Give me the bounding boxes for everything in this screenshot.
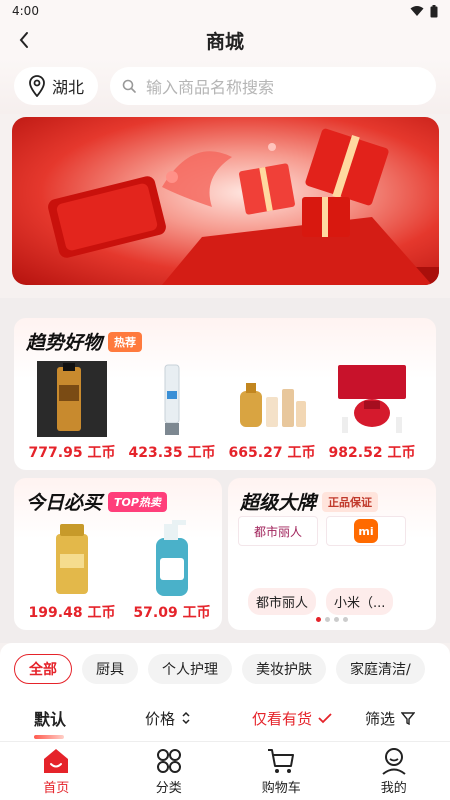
banner-gift-illustration [48, 128, 439, 285]
product-item[interactable]: 982.52 工币 [322, 360, 422, 462]
product-item[interactable]: 423.35 工币 [122, 360, 222, 462]
today-product-list: 199.48 工币 57.09 工币 [22, 520, 222, 622]
product-price: 777.95 工币 [28, 445, 116, 461]
product-price: 982.52 工币 [328, 445, 416, 461]
trending-products-card[interactable]: 趋势好物 热荐 777.95 工币 423.35 工币 665.27 工币 98… [14, 318, 436, 470]
carousel-dot-active [316, 617, 321, 622]
sort-arrows-icon [182, 711, 190, 725]
battery-icon [430, 4, 438, 17]
status-bar: 4:00 [0, 0, 450, 22]
product-price: 199.48 工币 [28, 605, 116, 621]
category-chip[interactable]: 厨具 [82, 654, 138, 684]
location-pin-icon [29, 75, 45, 97]
nav-profile[interactable]: 我的 [338, 742, 450, 800]
category-chip[interactable]: 家庭清洁/ [336, 654, 425, 684]
today-title: 今日必买 [26, 492, 103, 514]
product-item[interactable]: 199.48 工币 [22, 520, 122, 622]
brand-name-item[interactable]: 小米（... [326, 588, 394, 615]
trending-product-list: 777.95 工币 423.35 工币 665.27 工币 982.52 工币 [22, 360, 422, 462]
nav-category-label: 分类 [155, 780, 182, 796]
wifi-icon [410, 6, 424, 16]
location-selector[interactable]: 湖北 [14, 67, 98, 105]
search-placeholder: 输入商品名称搜索 [146, 78, 275, 97]
brand-logo-cosmo-lady[interactable]: 都市丽人 [238, 516, 318, 546]
brand-logo-text: 都市丽人 [253, 524, 302, 539]
brand-header: 超级大牌 正品保证 [240, 488, 379, 515]
brand-logos: 都市丽人 mi [238, 516, 406, 546]
nav-home[interactable]: 首页 [0, 742, 113, 800]
in-stock-label: 仅看有货 [252, 709, 313, 728]
product-image-serum [33, 360, 111, 438]
promo-banner[interactable] [12, 117, 439, 285]
profile-icon [382, 747, 406, 775]
feature-cards-area: 趋势好物 热荐 777.95 工币 423.35 工币 665.27 工币 98… [0, 298, 450, 643]
hot-tag: 热荐 [108, 331, 143, 352]
product-image-sunscreen [33, 520, 111, 598]
brand-name-item[interactable]: 都市丽人 [248, 588, 317, 615]
nav-category[interactable]: 分类 [113, 742, 226, 800]
nav-cart[interactable]: 购物车 [225, 742, 338, 800]
back-button[interactable] [12, 28, 36, 52]
bottom-nav: 首页 分类 购物车 我的 [0, 741, 450, 800]
header: 商城 [0, 22, 450, 58]
product-image-shampoo [133, 520, 211, 598]
trending-title: 趋势好物 [26, 332, 103, 354]
in-stock-filter[interactable]: 仅看有货 [252, 708, 332, 729]
product-item[interactable]: 777.95 工币 [22, 360, 122, 462]
status-icons [410, 4, 438, 18]
brand-logo-xiaomi[interactable]: mi [326, 516, 406, 546]
location-label: 湖北 [51, 78, 84, 97]
sort-bar: 默认 价格 仅看有货 筛选 [0, 695, 450, 741]
xiaomi-logo-icon: mi [354, 519, 378, 543]
genuine-tag: 正品保证 [322, 491, 379, 512]
sort-active-indicator [34, 735, 64, 739]
sort-price[interactable]: 价格 [145, 708, 191, 729]
brand-title: 超级大牌 [240, 492, 317, 514]
search-row: 湖北 输入商品名称搜索 [0, 58, 450, 114]
page-title: 商城 [205, 30, 244, 53]
category-chip[interactable]: 美妆护肤 [242, 654, 326, 684]
product-image-tube [133, 360, 211, 438]
category-chip-all[interactable]: 全部 [14, 654, 72, 684]
category-chip-row: 全部 厨具 个人护理 美妆护肤 家庭清洁/ [0, 643, 450, 695]
home-icon [44, 748, 69, 773]
search-input[interactable]: 输入商品名称搜索 [110, 67, 436, 105]
nav-profile-label: 我的 [380, 780, 407, 796]
brand-name-list: 都市丽人 小米（... [248, 588, 394, 615]
filter-label: 筛选 [365, 709, 396, 728]
product-price: 57.09 工币 [133, 605, 211, 621]
carousel-dot [325, 617, 330, 622]
filter-button[interactable]: 筛选 [365, 708, 416, 729]
super-brand-card[interactable]: 超级大牌 正品保证 都市丽人 mi 都市丽人 小米（... [228, 478, 436, 630]
today-must-buy-card[interactable]: 今日必买 TOP热卖 199.48 工币 57.09 工币 [14, 478, 222, 630]
funnel-icon [401, 712, 416, 725]
product-price: 665.27 工币 [228, 445, 316, 461]
today-header: 今日必买 TOP热卖 [26, 488, 167, 515]
carousel-dots [316, 617, 348, 622]
carousel-dot [334, 617, 339, 622]
nav-home-label: 首页 [43, 780, 70, 796]
product-item[interactable]: 665.27 工币 [222, 360, 322, 462]
product-image-skincare-box [333, 360, 411, 438]
status-time: 4:00 [12, 4, 39, 18]
product-image-cosmetic-set [233, 360, 311, 438]
nav-cart-label: 购物车 [261, 780, 301, 796]
top-sale-tag: TOP热卖 [108, 491, 167, 512]
sort-price-label: 价格 [145, 709, 176, 728]
chevron-left-icon [19, 32, 28, 48]
trending-header: 趋势好物 热荐 [26, 328, 143, 355]
category-grid-icon [156, 748, 181, 773]
search-icon [122, 79, 136, 93]
product-item[interactable]: 57.09 工币 [122, 520, 222, 622]
category-chip[interactable]: 个人护理 [148, 654, 232, 684]
sort-default[interactable]: 默认 [34, 706, 66, 730]
check-icon [318, 713, 332, 724]
carousel-dot [343, 617, 348, 622]
cart-icon [268, 748, 295, 773]
product-price: 423.35 工币 [128, 445, 216, 461]
